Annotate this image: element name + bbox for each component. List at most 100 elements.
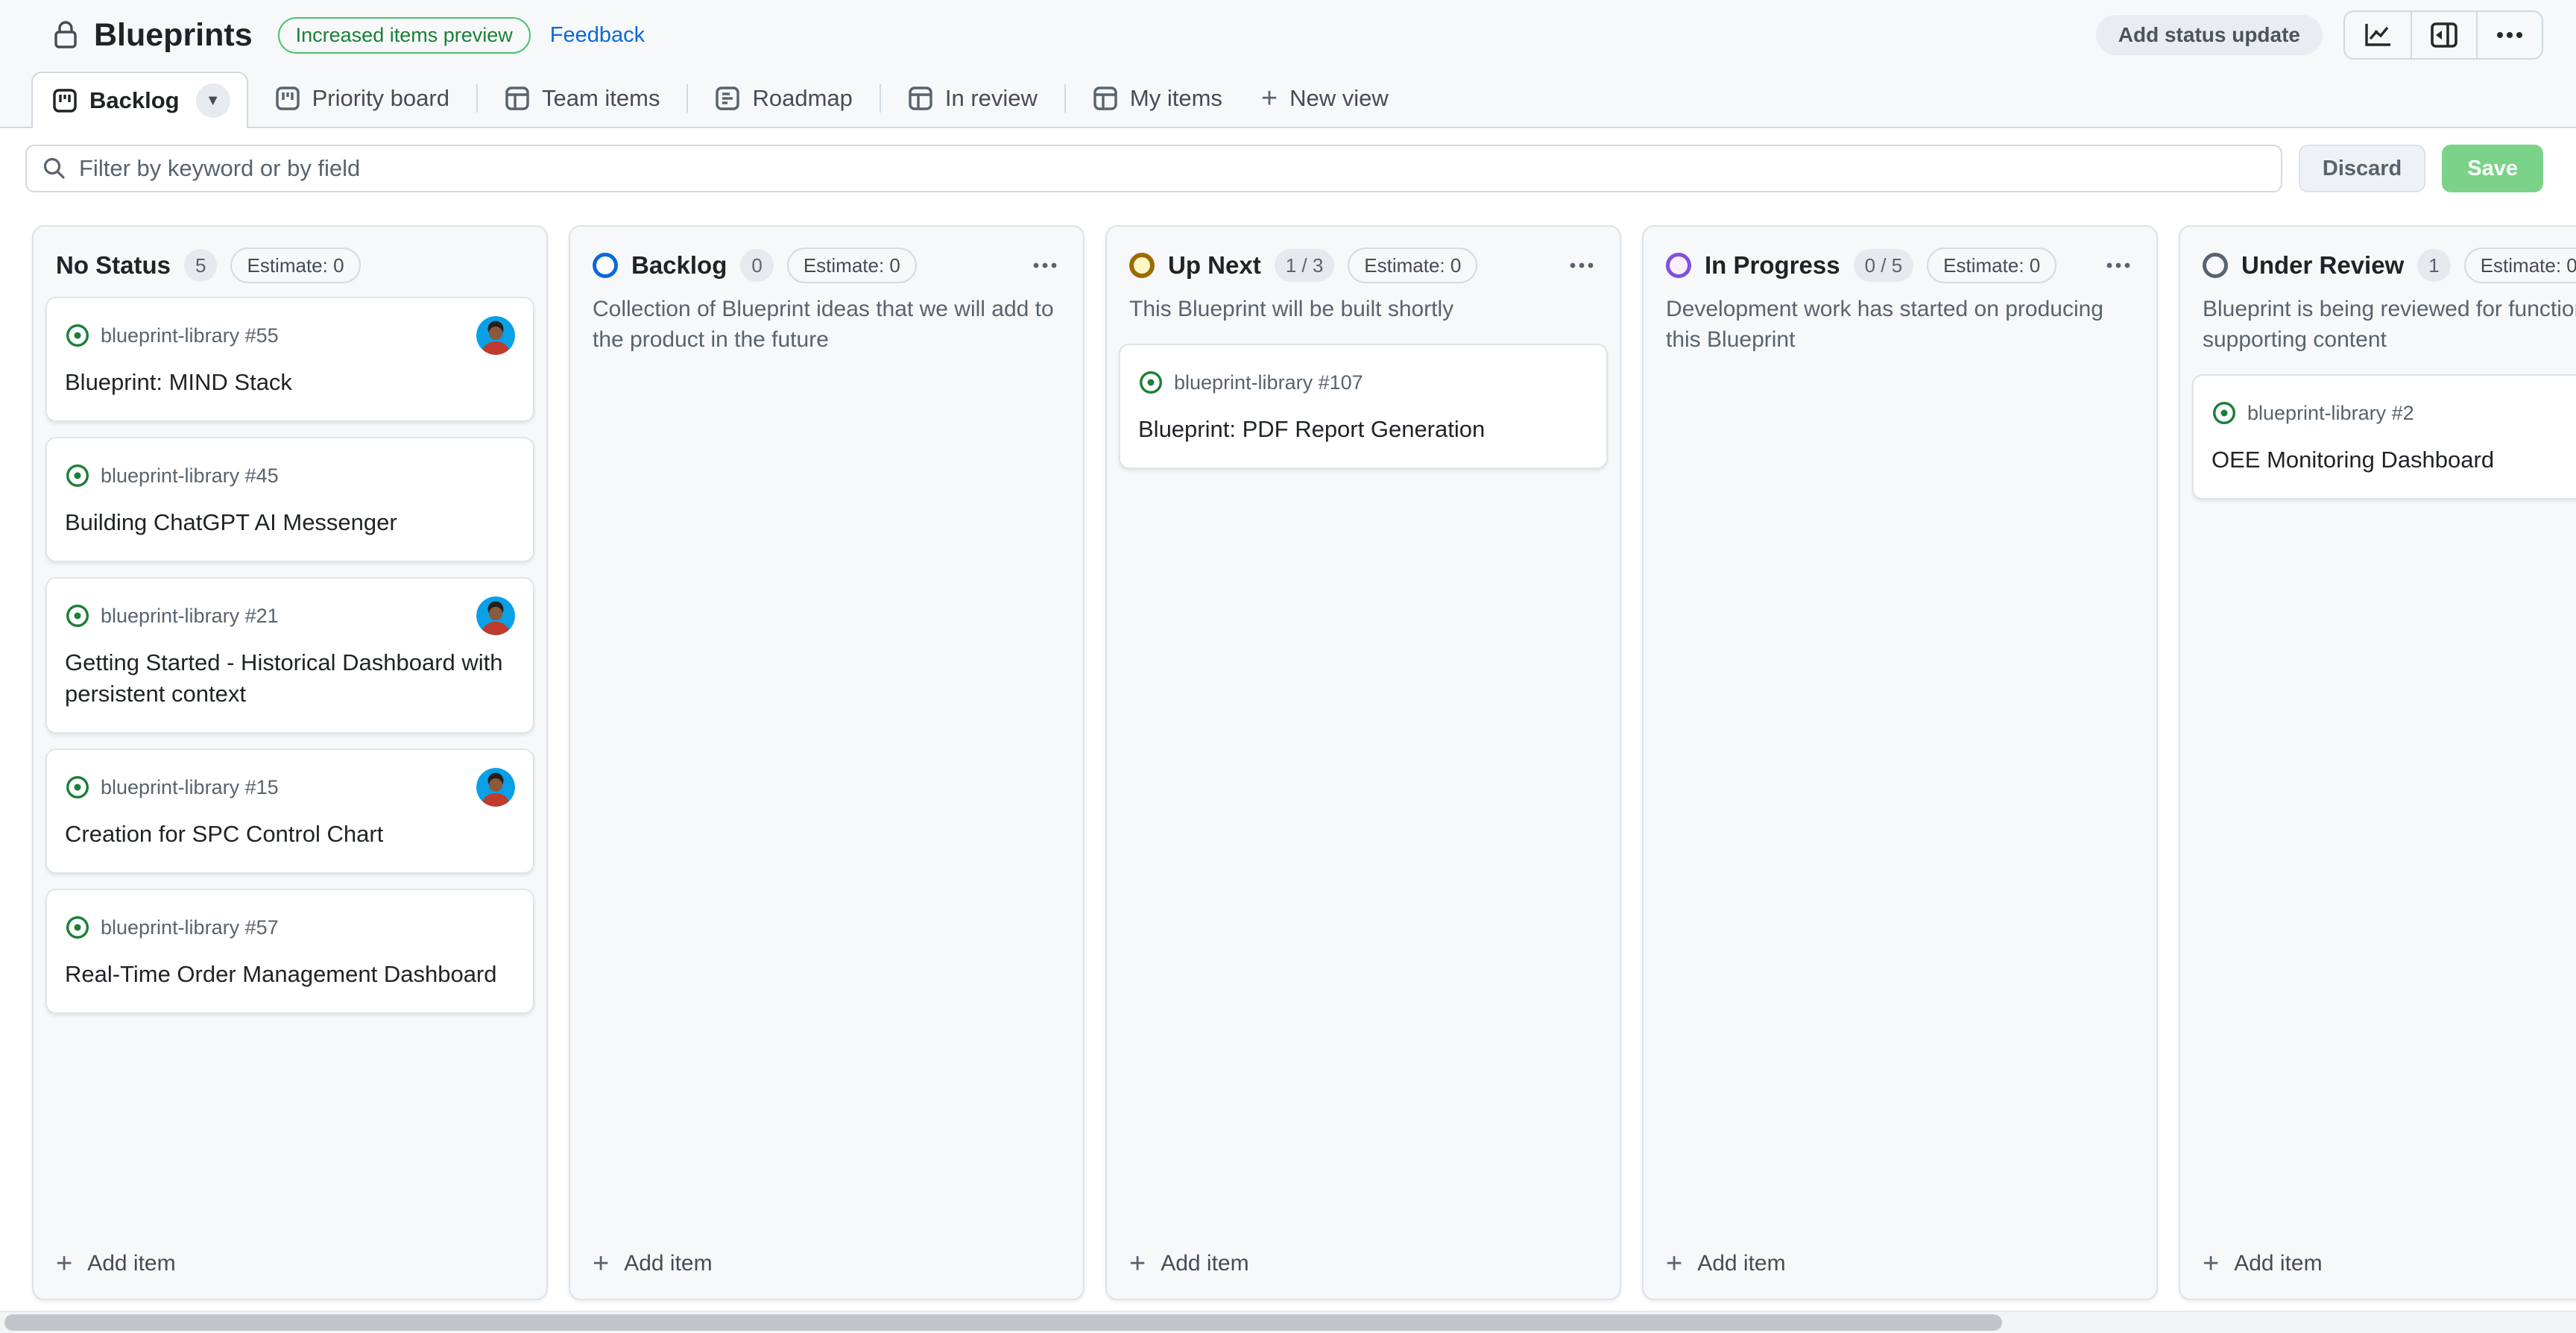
open-issue-icon [65,915,90,940]
add-item-button[interactable]: + Add item [1107,1238,1620,1299]
save-button[interactable]: Save [2442,145,2543,192]
card-repo-ref: blueprint-library #45 [101,464,515,488]
add-item-label: Add item [1697,1251,1785,1276]
column-cards: blueprint-library #2 OEE Monitoring Dash… [2180,370,2576,1238]
column-count-badge: 0 / 5 [1854,249,1914,282]
tab-priority-board[interactable]: Priority board [256,75,469,122]
kebab-icon [2496,31,2524,40]
card[interactable]: blueprint-library #57 Real-Time Order Ma… [45,889,534,1014]
card[interactable]: blueprint-library #2 OEE Monitoring Dash… [2192,374,2576,500]
feedback-link[interactable]: Feedback [550,23,645,48]
add-item-button[interactable]: + Add item [2180,1238,2576,1299]
status-dot-under-review [2203,253,2228,278]
column-estimate-badge: Estimate: 0 [230,248,360,283]
column-no-status: No Status 5 Estimate: 0 blueprint-librar… [32,225,548,1300]
avatar[interactable] [476,596,515,635]
card[interactable]: blueprint-library #45 Building ChatGPT A… [45,437,534,562]
open-issue-icon [65,323,90,348]
column-header: Backlog 0 Estimate: 0 [570,227,1083,292]
column-menu-button[interactable] [1565,257,1599,274]
open-issue-icon [2212,400,2237,426]
kanban-board: No Status 5 Estimate: 0 blueprint-librar… [0,209,2576,1311]
card-title: OEE Monitoring Dashboard [2212,444,2576,476]
horizontal-scrollbar-thumb[interactable] [4,1314,2002,1331]
view-tabs: Backlog ▼ Priority board Team items Road… [0,70,2576,128]
roadmap-icon [715,86,740,111]
column-description: Collection of Blueprint ideas that we wi… [570,294,1083,355]
line-chart-icon [2364,22,2392,48]
avatar[interactable] [476,768,515,807]
table-icon [505,86,530,111]
tab-label: Backlog [89,87,180,114]
project-board-icon [275,86,300,111]
project-header: Blueprints Increased items preview Feedb… [0,0,2576,70]
column-cards [1644,370,2156,1238]
tab-in-review[interactable]: In review [888,75,1057,122]
plus-icon: + [56,1250,72,1278]
column-estimate-badge: Estimate: 0 [787,248,917,283]
open-issue-icon [65,603,90,628]
tab-team-items[interactable]: Team items [485,75,679,122]
view-options-caret[interactable]: ▼ [196,83,230,118]
filter-input[interactable] [79,155,2266,182]
card[interactable]: blueprint-library #15 Creation for SPC C… [45,749,534,874]
project-menu-button[interactable] [2476,12,2542,58]
side-panel-icon [2430,22,2458,48]
project-board-icon [52,88,78,113]
filter-bar: Discard Save [0,128,2576,209]
discard-button[interactable]: Discard [2299,145,2425,192]
header-actions-group [2343,10,2543,60]
add-status-update-button[interactable]: Add status update [2096,15,2323,55]
tab-roadmap[interactable]: Roadmap [695,75,871,122]
card-title: Real-Time Order Management Dashboard [65,959,515,990]
tab-label: Team items [542,85,660,112]
add-item-label: Add item [2234,1251,2322,1276]
plus-icon: + [593,1250,609,1278]
project-board-page: Blueprints Increased items preview Feedb… [0,0,2576,1333]
column-header: Up Next 1 / 3 Estimate: 0 [1107,227,1620,292]
card-repo-ref: blueprint-library #2 [2247,402,2576,425]
avatar[interactable] [476,316,515,355]
add-item-button[interactable]: + Add item [34,1238,546,1299]
add-item-label: Add item [87,1251,175,1276]
tab-label: Roadmap [752,85,852,112]
column-name: Under Review [2241,251,2404,280]
card-repo-ref: blueprint-library #107 [1174,371,1588,394]
card-repo-ref: blueprint-library #55 [101,324,466,347]
column-description: This Blueprint will be built shortly [1107,294,1620,324]
add-item-label: Add item [1161,1251,1248,1276]
plus-icon: + [1261,84,1278,113]
column-count-badge: 5 [184,249,217,282]
add-item-button[interactable]: + Add item [570,1238,1083,1299]
column-menu-button[interactable] [2101,257,2135,274]
card[interactable]: blueprint-library #107 Blueprint: PDF Re… [1119,344,1608,469]
plus-icon: + [2203,1250,2219,1278]
side-panel-button[interactable] [2411,12,2476,58]
page-title: Blueprints [94,17,253,54]
card-repo-ref: blueprint-library #21 [101,605,466,628]
tab-label: My items [1130,85,1222,112]
add-item-button[interactable]: + Add item [1644,1238,2156,1299]
insights-chart-button[interactable] [2345,12,2411,58]
table-icon [1093,86,1118,111]
new-view-label: New view [1289,85,1389,112]
card[interactable]: blueprint-library #55 Blueprint: MIND St… [45,297,534,422]
plus-icon: + [1666,1250,1682,1278]
column-description: Blueprint is being reviewed for function… [2180,294,2576,355]
column-menu-button[interactable] [1028,257,1062,274]
new-view-button[interactable]: + New view [1242,75,1408,122]
kebab-icon [1569,262,1594,269]
horizontal-scrollbar[interactable] [0,1311,2576,1333]
tab-separator [686,84,688,113]
card-title: Getting Started - Historical Dashboard w… [65,647,515,710]
tab-my-items[interactable]: My items [1073,75,1242,122]
tab-separator [880,84,881,113]
tab-backlog[interactable]: Backlog ▼ [31,72,248,128]
card[interactable]: blueprint-library #21 Getting Started - … [45,577,534,734]
column-description: Development work has started on producin… [1644,294,2156,355]
column-name: Backlog [631,251,727,280]
column-in-progress: In Progress 0 / 5 Estimate: 0 Developmen… [1642,225,2158,1300]
column-cards: blueprint-library #107 Blueprint: PDF Re… [1107,339,1620,1238]
open-issue-icon [65,775,90,800]
preview-badge: Increased items preview [278,17,531,54]
